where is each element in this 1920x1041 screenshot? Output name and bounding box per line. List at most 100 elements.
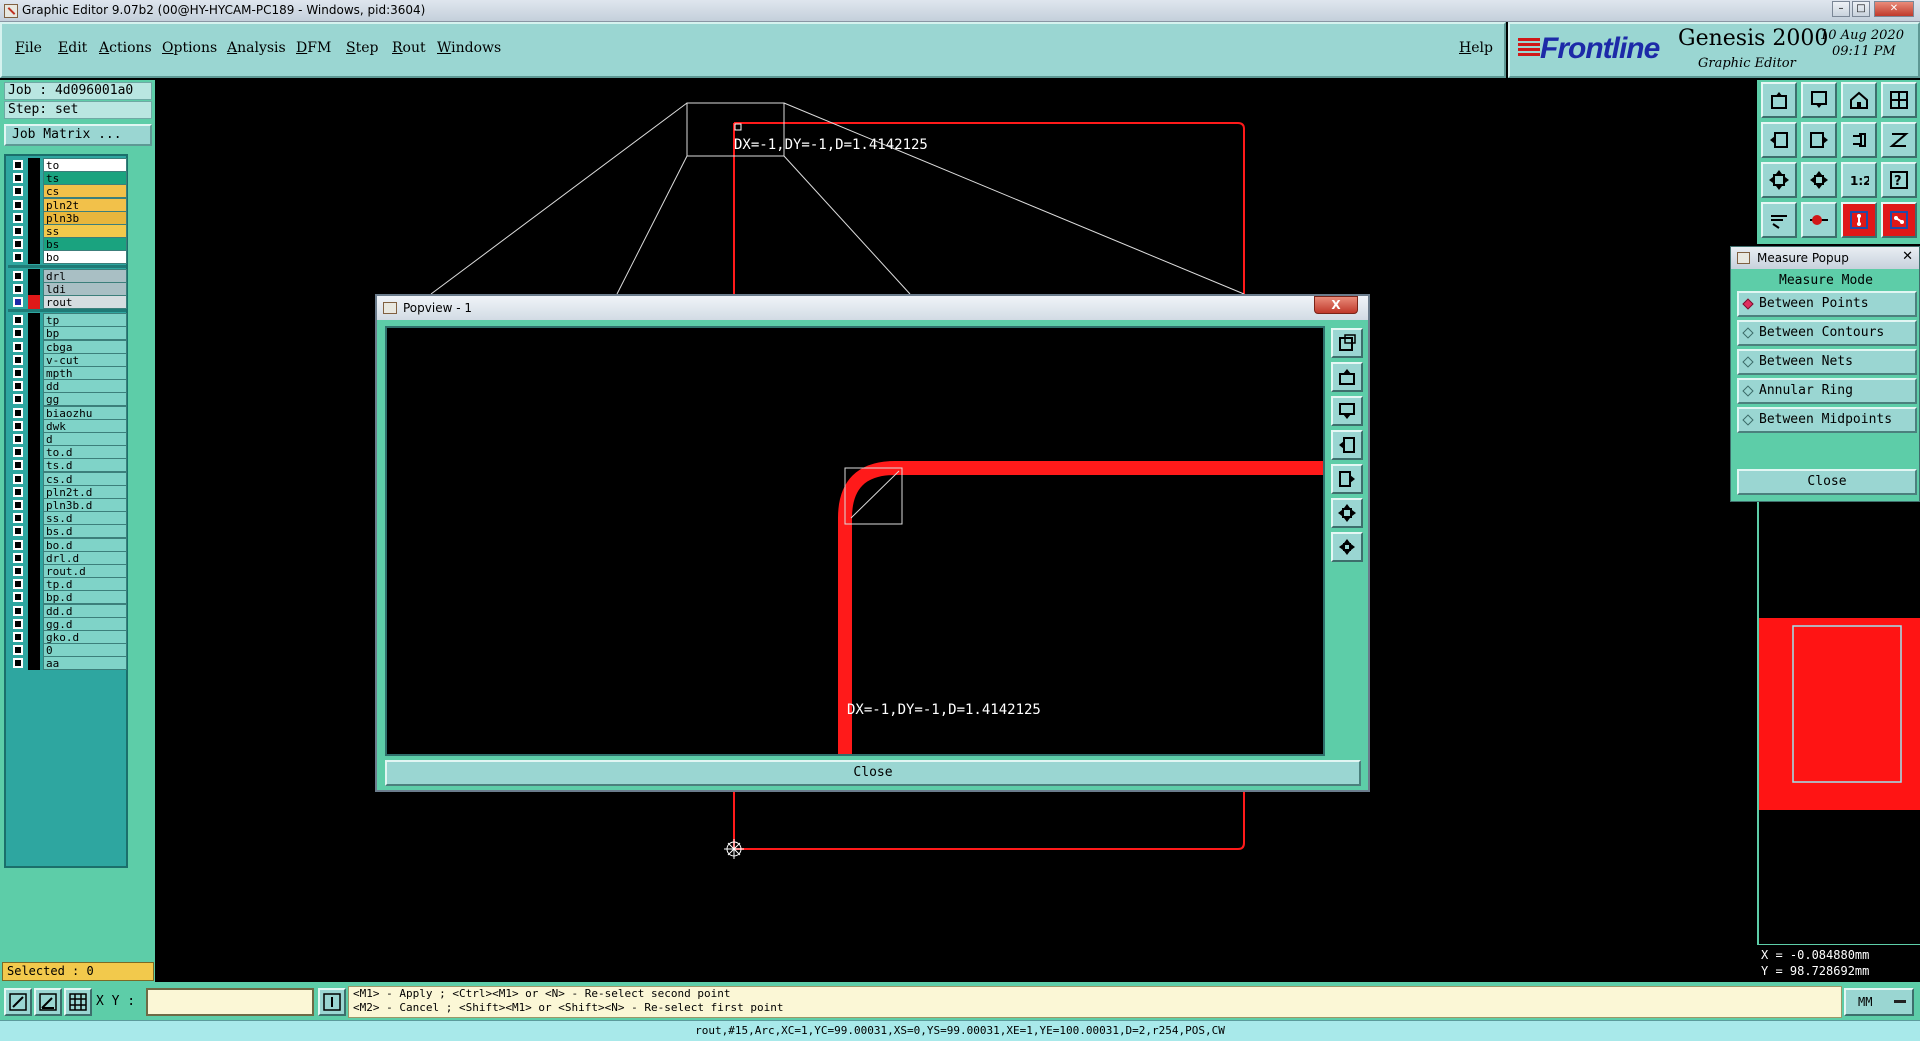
layer-row[interactable]: bs — [8, 237, 127, 252]
scale-one-to-two-button[interactable]: 1:2 — [1841, 162, 1877, 198]
layer-checkbox[interactable] — [13, 212, 23, 223]
layer-row[interactable]: pln3b.d — [8, 498, 127, 512]
layer-checkbox[interactable] — [13, 592, 23, 603]
layer-checkbox[interactable] — [13, 605, 23, 616]
layer-checkbox[interactable] — [13, 447, 23, 458]
menu-windows[interactable]: Windows — [437, 40, 501, 56]
layer-row[interactable]: drl — [8, 268, 127, 283]
job-matrix-button[interactable]: Job Matrix ... — [4, 124, 152, 146]
layer-checkbox[interactable] — [13, 252, 23, 263]
mode-between-contours[interactable]: Between Contours — [1737, 320, 1917, 346]
measure-tool-button[interactable] — [1801, 202, 1837, 238]
layer-checkbox[interactable] — [13, 407, 23, 418]
layer-checkbox[interactable] — [13, 270, 23, 281]
mode-between-points[interactable]: Between Points — [1737, 291, 1917, 317]
layer-checkbox[interactable] — [13, 645, 23, 656]
layer-checkbox[interactable] — [13, 354, 23, 365]
mode-between-midpoints[interactable]: Between Midpoints — [1737, 407, 1917, 433]
layer-checkbox[interactable] — [13, 420, 23, 431]
layer-checkbox[interactable] — [13, 632, 23, 642]
layer-row[interactable]: pln2t — [8, 197, 127, 212]
layer-checkbox[interactable] — [13, 658, 23, 669]
layer-row[interactable]: cs.d — [8, 471, 127, 486]
layer-row[interactable]: ts.d — [8, 458, 127, 473]
layer-row[interactable]: ss.d — [8, 511, 127, 526]
layer-checkbox[interactable] — [13, 460, 23, 471]
pan-left-button[interactable] — [1761, 122, 1797, 158]
layer-checkbox[interactable] — [13, 226, 23, 236]
layer-checkbox[interactable] — [13, 283, 23, 294]
layer-checkbox[interactable] — [13, 328, 23, 339]
measure-close-button[interactable]: Close — [1737, 469, 1917, 495]
grid-snap-icon[interactable] — [64, 988, 92, 1016]
popview-close-icon[interactable]: X — [1314, 296, 1358, 314]
layer-checkbox[interactable] — [13, 160, 23, 170]
layer-checkbox[interactable] — [13, 552, 23, 563]
menu-dfm[interactable]: DFM — [296, 40, 331, 56]
step-swap-button[interactable] — [1881, 122, 1917, 158]
layer-row[interactable]: mpth — [8, 366, 127, 380]
layer-checkbox[interactable] — [13, 173, 23, 184]
popview-title-bar[interactable]: Popview - 1 X — [377, 296, 1368, 320]
layer-row[interactable]: to — [8, 158, 127, 172]
layer-row[interactable]: cs — [8, 184, 127, 199]
popview-zoom-down-button[interactable] — [1331, 396, 1363, 426]
pan-right-button[interactable] — [1801, 122, 1837, 158]
popview-close-button[interactable]: Close — [385, 760, 1361, 786]
layer-row[interactable]: dd.d — [8, 603, 127, 618]
layer-row[interactable]: ldi — [8, 281, 127, 296]
zoom-page-up-button[interactable] — [1761, 82, 1797, 118]
zoom-center-button[interactable] — [1801, 162, 1837, 198]
layer-checkbox[interactable] — [13, 566, 23, 576]
menu-edit[interactable]: Edit — [58, 40, 87, 56]
layer-row[interactable]: bp — [8, 326, 127, 341]
popview-pan-left-button[interactable] — [1331, 430, 1363, 460]
layer-row[interactable]: dwk — [8, 418, 127, 433]
zoom-fit-button[interactable] — [1761, 162, 1797, 198]
restore-icon[interactable]: □ — [1852, 1, 1870, 17]
layer-row[interactable]: drl.d — [8, 550, 127, 565]
measure-popup-close-icon[interactable]: ✕ — [1902, 249, 1913, 264]
layer-checkbox[interactable] — [13, 500, 23, 510]
redraw-view-button[interactable] — [1841, 122, 1877, 158]
info-toggle-icon[interactable] — [318, 988, 346, 1016]
layer-row[interactable]: dd — [8, 379, 127, 394]
popview-pan-right-button[interactable] — [1331, 464, 1363, 494]
layer-checkbox[interactable] — [13, 486, 23, 497]
layer-row[interactable]: bo.d — [8, 537, 127, 552]
layer-row[interactable]: cbga — [8, 339, 127, 354]
layer-checkbox[interactable] — [13, 315, 23, 326]
popview-canvas[interactable]: DX=-1,DY=-1,D=1.4142125 — [385, 326, 1325, 756]
layer-checkbox[interactable] — [13, 513, 23, 524]
menu-analysis[interactable]: Analysis — [227, 40, 286, 56]
minimize-icon[interactable]: – — [1832, 1, 1850, 17]
home-view-button[interactable] — [1841, 82, 1877, 118]
layer-row[interactable]: gg — [8, 392, 127, 407]
layer-row[interactable]: pln2t.d — [8, 484, 127, 499]
help-question-button[interactable]: ? — [1881, 162, 1917, 198]
layer-row[interactable]: bp.d — [8, 590, 127, 605]
menu-rout[interactable]: Rout — [392, 40, 426, 56]
zoom-page-down-button[interactable] — [1801, 82, 1837, 118]
layer-checkbox[interactable] — [13, 526, 23, 537]
menu-actions[interactable]: Actions — [99, 40, 152, 56]
layer-checkbox[interactable] — [13, 297, 23, 307]
menu-options[interactable]: Options — [162, 40, 217, 56]
layer-row[interactable]: ss — [8, 224, 127, 238]
popview-zoom-up-button[interactable] — [1331, 362, 1363, 392]
layer-row[interactable]: gko.d — [8, 630, 127, 644]
snap-mode-icon[interactable] — [4, 988, 32, 1016]
layer-checkbox[interactable] — [13, 394, 23, 405]
xy-coordinate-input[interactable] — [146, 988, 314, 1016]
layer-row[interactable]: v-cut — [8, 352, 127, 367]
popview-zoom-center-button[interactable] — [1331, 532, 1363, 562]
layer-row[interactable]: aa — [8, 656, 127, 671]
layer-row[interactable]: gg.d — [8, 616, 127, 631]
units-selector[interactable]: MM — [1844, 988, 1914, 1016]
drc-check-button[interactable] — [1881, 202, 1917, 238]
layer-row[interactable]: ts — [8, 171, 127, 186]
overview-window[interactable] — [1757, 502, 1920, 980]
mode-annular-ring[interactable]: Annular Ring — [1737, 378, 1917, 404]
layer-checkbox[interactable] — [13, 199, 23, 210]
split-view-button[interactable] — [1881, 82, 1917, 118]
